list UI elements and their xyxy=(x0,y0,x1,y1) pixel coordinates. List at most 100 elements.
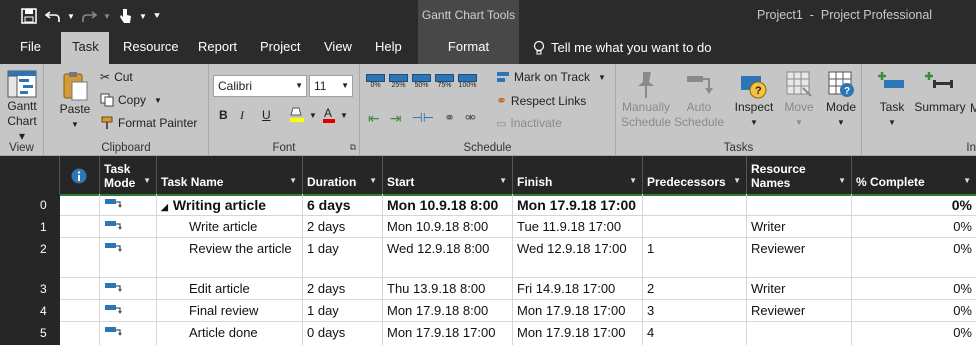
inspect-button[interactable]: ? Inspect ▼ xyxy=(732,70,776,130)
redo-dropdown-icon[interactable]: ▼ xyxy=(102,6,112,26)
predecessors-cell[interactable]: 3 xyxy=(643,300,747,321)
predecessors-cell[interactable] xyxy=(643,194,747,215)
format-painter-button[interactable]: Format Painter xyxy=(100,116,197,130)
unlink-tasks-icon[interactable]: ⚮ xyxy=(465,110,476,127)
table-row[interactable]: Edit article 2 days Thu 13.9.18 8:00 Fri… xyxy=(60,278,976,300)
redo-icon[interactable] xyxy=(78,6,100,26)
task-mode-cell[interactable] xyxy=(100,300,157,321)
paste-button[interactable]: Paste ▼ xyxy=(56,70,94,132)
duration-cell[interactable]: 6 days xyxy=(303,194,383,215)
pct-25-button[interactable]: 25% xyxy=(389,74,408,89)
predecessors-cell[interactable]: 1 xyxy=(643,238,747,277)
duration-cell[interactable]: 1 day xyxy=(303,238,383,277)
duration-cell[interactable]: 2 days xyxy=(303,278,383,299)
outdent-icon[interactable]: ⇤ xyxy=(368,110,380,127)
font-size-select[interactable]: 11 ▼ xyxy=(309,75,353,97)
task-mode-cell[interactable] xyxy=(100,278,157,299)
percent-complete-column-header[interactable]: % Complete ▼ xyxy=(852,156,976,194)
predecessors-cell[interactable] xyxy=(643,216,747,237)
task-name-cell[interactable]: Article done xyxy=(157,322,303,345)
cut-button[interactable]: ✂ Cut xyxy=(100,70,133,84)
tab-help[interactable]: Help xyxy=(367,32,410,64)
pct-75-button[interactable]: 75% xyxy=(435,74,454,89)
copy-button[interactable]: Copy ▼ xyxy=(100,93,162,107)
row-number[interactable]: 5 xyxy=(0,322,60,345)
finish-cell[interactable]: Mon 17.9.18 17:00 xyxy=(513,194,643,215)
percent-complete-cell[interactable]: 0% xyxy=(852,322,976,345)
gantt-chart-button[interactable]: Gantt Chart ▾ xyxy=(4,69,40,144)
copy-dropdown-icon[interactable]: ▼ xyxy=(154,96,162,105)
tell-me-box[interactable]: Tell me what you want to do xyxy=(533,32,711,64)
tab-view[interactable]: View xyxy=(316,32,360,64)
percent-complete-cell[interactable]: 0% xyxy=(852,300,976,321)
milestone-button-partial[interactable]: M xyxy=(970,101,976,116)
manually-schedule-button[interactable]: Manually Schedule xyxy=(618,70,674,130)
start-column-header[interactable]: Start ▼ xyxy=(383,156,513,194)
duration-cell[interactable]: 0 days xyxy=(303,322,383,345)
indent-icon[interactable]: ⇥ xyxy=(390,110,402,127)
touch-dropdown-icon[interactable]: ▼ xyxy=(138,6,148,26)
table-row[interactable]: Article done 0 days Mon 17.9.18 17:00 Mo… xyxy=(60,322,976,345)
resource-names-cell[interactable]: Writer xyxy=(747,216,852,237)
resource-names-cell[interactable] xyxy=(747,322,852,345)
table-row[interactable]: Review the article 1 day Wed 12.9.18 8:0… xyxy=(60,238,976,278)
table-row[interactable]: Final review 1 day Mon 17.9.18 8:00 Mon … xyxy=(60,300,976,322)
row-number[interactable]: 3 xyxy=(0,278,60,300)
finish-cell[interactable]: Mon 17.9.18 17:00 xyxy=(513,322,643,345)
font-color-button[interactable]: A ▼ xyxy=(322,106,348,124)
row-number[interactable]: 0 xyxy=(0,194,60,216)
indicators-column-header[interactable] xyxy=(60,156,100,194)
row-number[interactable]: 4 xyxy=(0,300,60,322)
start-cell[interactable]: Mon 17.9.18 8:00 xyxy=(383,300,513,321)
mode-button[interactable]: ? Mode ▼ xyxy=(821,70,861,130)
task-mode-cell[interactable] xyxy=(100,322,157,345)
resource-names-cell[interactable]: Writer xyxy=(747,278,852,299)
tab-project[interactable]: Project xyxy=(252,32,308,64)
finish-cell[interactable]: Wed 12.9.18 17:00 xyxy=(513,238,643,277)
tab-file[interactable]: File xyxy=(12,32,49,64)
collapse-icon[interactable]: ◢ xyxy=(161,202,168,212)
touch-mode-icon[interactable] xyxy=(114,6,136,26)
start-cell[interactable]: Mon 10.9.18 8:00 xyxy=(383,216,513,237)
undo-dropdown-icon[interactable]: ▼ xyxy=(66,6,76,26)
select-all-corner[interactable] xyxy=(0,156,60,194)
task-name-cell[interactable]: ◢ Writing article xyxy=(157,194,303,215)
task-name-filter-icon[interactable]: ▼ xyxy=(289,174,297,187)
task-mode-column-header[interactable]: Task Mode ▼ xyxy=(100,156,157,194)
percent-complete-cell[interactable]: 0% xyxy=(852,216,976,237)
predecessors-cell[interactable]: 2 xyxy=(643,278,747,299)
tab-task[interactable]: Task xyxy=(61,32,109,64)
customize-qat-icon[interactable]: ⯆ xyxy=(150,6,164,26)
start-cell[interactable]: Mon 10.9.18 8:00 xyxy=(383,194,513,215)
table-row[interactable]: ◢ Writing article 6 days Mon 10.9.18 8:00… xyxy=(60,194,976,216)
duration-cell[interactable]: 1 day xyxy=(303,300,383,321)
finish-column-header[interactable]: Finish ▼ xyxy=(513,156,643,194)
start-cell[interactable]: Mon 17.9.18 17:00 xyxy=(383,322,513,345)
italic-button[interactable]: I xyxy=(240,108,244,123)
task-name-cell[interactable]: Review the article xyxy=(157,238,303,277)
task-name-cell[interactable]: Edit article xyxy=(157,278,303,299)
task-mode-cell[interactable] xyxy=(100,216,157,237)
pct-0-button[interactable]: 0% xyxy=(366,74,385,89)
start-filter-icon[interactable]: ▼ xyxy=(499,174,507,187)
task-mode-cell[interactable] xyxy=(100,238,157,277)
task-mode-cell[interactable] xyxy=(100,194,157,215)
task-name-column-header[interactable]: Task Name ▼ xyxy=(157,156,303,194)
paste-dropdown-icon[interactable]: ▼ xyxy=(71,117,79,132)
save-icon[interactable] xyxy=(18,6,40,26)
mark-on-track-button[interactable]: Mark on Track ▼ xyxy=(496,70,606,84)
insert-task-button[interactable]: Task ▼ xyxy=(872,70,912,130)
duration-filter-icon[interactable]: ▼ xyxy=(369,174,377,187)
finish-filter-icon[interactable]: ▼ xyxy=(629,174,637,187)
pct-100-button[interactable]: 100% xyxy=(458,74,477,89)
finish-cell[interactable]: Mon 17.9.18 17:00 xyxy=(513,300,643,321)
resource-names-cell[interactable]: Reviewer xyxy=(747,238,852,277)
undo-icon[interactable] xyxy=(42,6,64,26)
resource-names-cell[interactable] xyxy=(747,194,852,215)
resource-names-cell[interactable]: Reviewer xyxy=(747,300,852,321)
row-number[interactable]: 2 xyxy=(0,238,60,278)
predecessors-filter-icon[interactable]: ▼ xyxy=(733,174,741,187)
percent-complete-cell[interactable]: 0% xyxy=(852,278,976,299)
link-tasks-icon[interactable]: ⚭ xyxy=(444,110,455,127)
finish-cell[interactable]: Tue 11.9.18 17:00 xyxy=(513,216,643,237)
